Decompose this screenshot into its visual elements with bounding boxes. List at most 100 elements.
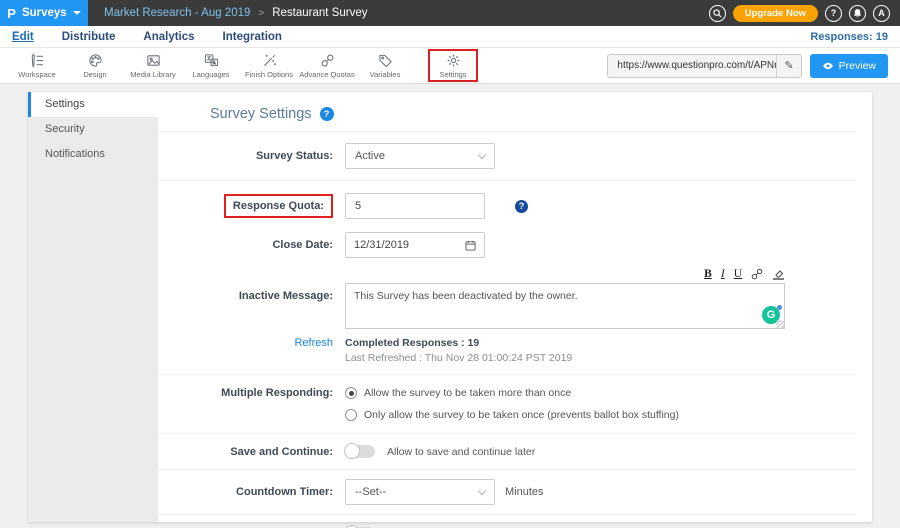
save-and-continue-text: Allow to save and continue later	[387, 446, 535, 458]
survey-settings-help-icon[interactable]: ?	[320, 107, 334, 121]
inactive-message-textarea[interactable]: This Survey has been deactivated by the …	[345, 283, 785, 329]
countdown-timer-value: --Set--	[355, 486, 386, 498]
palette-icon	[88, 53, 103, 68]
gear-icon	[446, 53, 461, 68]
eye-icon	[822, 62, 834, 70]
settings-card: Settings Security Notifications Survey S…	[28, 92, 872, 522]
toolbar-item-advance-quotas[interactable]: Advance Quotas	[298, 53, 356, 79]
completed-responses-text: Completed Responses : 19	[345, 337, 572, 349]
save-and-continue-toggle[interactable]	[345, 445, 375, 458]
row-countdown-timer: Countdown Timer: --Set-- Minutes	[158, 470, 856, 515]
top-bar: P Surveys Market Research - Aug 2019 > R…	[0, 0, 900, 26]
sidebar-item-security[interactable]: Security	[28, 117, 158, 142]
inactive-message-textarea-wrap: This Survey has been deactivated by the …	[345, 283, 785, 329]
settings-sidebar: Settings Security Notifications	[28, 92, 158, 522]
chevron-down-icon	[478, 150, 486, 158]
toolbar-item-variables[interactable]: Variables	[356, 53, 414, 79]
edit-toolbar: Workspace Design Media Library Languages…	[0, 48, 900, 84]
radio-option-multiple[interactable]: Allow the survey to be taken more than o…	[345, 387, 679, 399]
bell-icon	[853, 8, 862, 18]
resize-handle[interactable]	[776, 320, 784, 328]
topbar-actions: Upgrade Now ? A	[709, 5, 890, 22]
toolbar-item-workspace[interactable]: Workspace	[8, 53, 66, 79]
response-quota-input[interactable]	[345, 193, 485, 219]
responses-count[interactable]: Responses: 19	[810, 31, 888, 43]
survey-url-text[interactable]: https://www.questionpro.com/t/APNrfZ	[608, 60, 776, 71]
row-close-date: Close Date: 12/31/2019	[158, 228, 856, 268]
survey-status-select[interactable]: Active	[345, 143, 495, 169]
inactive-message-label: Inactive Message:	[158, 290, 333, 302]
chevron-down-icon	[478, 486, 486, 494]
clear-format-icon[interactable]	[772, 268, 785, 280]
inactive-message-editor: B I U This Survey has been deactivated b…	[345, 268, 785, 329]
toolbar-item-design[interactable]: Design	[66, 53, 124, 79]
tab-edit[interactable]: Edit	[12, 31, 34, 43]
underline-button[interactable]: U	[734, 268, 742, 280]
title-row: Survey Settings ?	[158, 92, 856, 132]
pencil-icon: ✎	[784, 59, 793, 72]
radio-selected-icon[interactable]	[345, 387, 357, 399]
toolbar-item-languages[interactable]: Languages	[182, 53, 240, 79]
multiple-responding-options: Allow the survey to be taken more than o…	[345, 387, 679, 421]
main-nav: Edit Distribute Analytics Integration Re…	[0, 26, 900, 48]
chain-links-icon	[320, 53, 335, 68]
sidebar-item-notifications[interactable]: Notifications	[28, 142, 158, 167]
tag-icon	[378, 53, 393, 68]
save-and-continue-label: Save and Continue:	[158, 446, 333, 458]
product-name: Surveys	[22, 7, 67, 19]
calendar-icon	[465, 240, 476, 251]
close-date-value: 12/31/2019	[354, 239, 409, 251]
multiple-responding-label: Multiple Responding:	[158, 387, 333, 399]
row-multiple-responding: Multiple Responding: Allow the survey to…	[158, 375, 856, 434]
link-icon[interactable]	[751, 268, 763, 280]
countdown-timer-select[interactable]: --Set--	[345, 479, 495, 505]
radio-unselected-icon[interactable]	[345, 409, 357, 421]
response-quota-help-icon[interactable]: ?	[515, 200, 528, 213]
image-icon	[146, 53, 161, 68]
format-toolbar: B I U	[345, 268, 785, 283]
italic-button[interactable]: I	[721, 268, 725, 280]
breadcrumb-survey-name: Restaurant Survey	[272, 7, 367, 19]
survey-status-value: Active	[355, 150, 385, 162]
close-date-input[interactable]: 12/31/2019	[345, 232, 485, 258]
toolbar-item-media-library[interactable]: Media Library	[124, 53, 182, 79]
tab-integration[interactable]: Integration	[223, 31, 282, 43]
logo-icon: P	[7, 6, 16, 21]
toolbar-item-settings[interactable]: Settings	[428, 49, 478, 82]
search-button[interactable]	[709, 5, 726, 22]
help-button[interactable]: ?	[825, 5, 842, 22]
breadcrumb: Market Research - Aug 2019 > Restaurant …	[104, 7, 367, 19]
row-inactive-message: Inactive Message: B I U This Survey has …	[158, 268, 856, 335]
survey-status-label: Survey Status:	[158, 150, 333, 162]
avatar[interactable]: A	[873, 5, 890, 22]
close-date-label: Close Date:	[158, 239, 333, 251]
responses-summary: Completed Responses : 19 Last Refreshed …	[345, 337, 572, 364]
radio-option-once[interactable]: Only allow the survey to be taken once (…	[345, 409, 679, 421]
notifications-button[interactable]	[849, 5, 866, 22]
edit-url-button[interactable]: ✎	[776, 55, 800, 77]
page-title: Survey Settings	[210, 106, 312, 122]
chevron-down-icon	[73, 11, 81, 15]
preview-button[interactable]: Preview	[810, 54, 888, 78]
toolbar-item-finish-options[interactable]: Finish Options	[240, 53, 298, 79]
bold-button[interactable]: B	[704, 268, 712, 280]
upgrade-now-button[interactable]: Upgrade Now	[733, 5, 818, 22]
breadcrumb-separator: >	[258, 8, 264, 19]
response-quota-label: Response Quota:	[224, 194, 333, 218]
survey-url-field: https://www.questionpro.com/t/APNrfZ ✎	[607, 54, 801, 78]
row-refresh: Refresh Completed Responses : 19 Last Re…	[158, 335, 856, 375]
breadcrumb-folder[interactable]: Market Research - Aug 2019	[104, 7, 250, 19]
sidebar-item-settings[interactable]: Settings	[28, 92, 158, 117]
app-logo[interactable]: P Surveys	[0, 0, 88, 26]
row-save-and-continue: Save and Continue: Allow to save and con…	[158, 434, 856, 470]
row-response-quota: Response Quota: ?	[158, 181, 856, 228]
search-icon	[713, 9, 722, 18]
tab-analytics[interactable]: Analytics	[143, 31, 194, 43]
countdown-timer-suffix: Minutes	[505, 486, 544, 498]
settings-main: Survey Settings ? Survey Status: Active …	[158, 92, 872, 522]
workspace-icon	[30, 53, 45, 68]
refresh-link[interactable]: Refresh	[158, 337, 333, 349]
row-survey-status: Survey Status: Active	[158, 132, 856, 181]
toolbar-right: https://www.questionpro.com/t/APNrfZ ✎ P…	[607, 54, 888, 78]
tab-distribute[interactable]: Distribute	[62, 31, 116, 43]
